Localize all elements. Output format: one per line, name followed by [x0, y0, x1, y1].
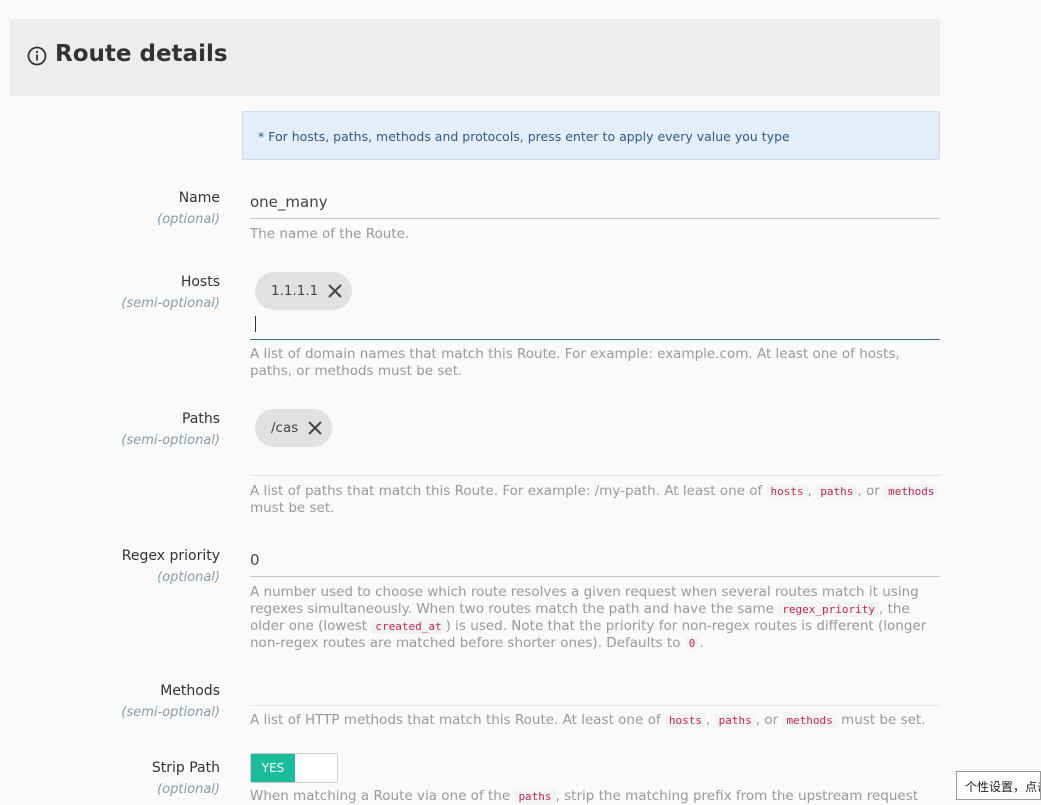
- toggle-yes[interactable]: YES: [251, 754, 295, 782]
- page-title: Route details: [55, 41, 228, 67]
- code-paths: paths: [714, 713, 756, 728]
- code-paths: paths: [816, 484, 858, 499]
- host-chip: 1.1.1.1: [255, 272, 353, 310]
- regex-priority-help: A number used to choose which route reso…: [250, 584, 927, 651]
- path-chip: /cas: [255, 409, 333, 447]
- code-hosts: hosts: [664, 713, 707, 728]
- strip-path-label: Strip Path: [151, 760, 220, 776]
- paths-optional: (semi-optional): [121, 433, 220, 448]
- host-chip-label: 1.1.1.1: [271, 283, 319, 299]
- close-icon[interactable]: [326, 282, 344, 300]
- code-created-at: created_at: [371, 619, 446, 634]
- code-hosts: hosts: [766, 484, 808, 499]
- paths-label: Paths: [181, 411, 220, 427]
- name-optional: (optional): [157, 212, 220, 227]
- info-notice: * For hosts, paths, methods and protocol…: [242, 111, 940, 160]
- strip-path-help: When matching a Route via one of the pat…: [250, 788, 919, 804]
- info-circle-icon: [27, 46, 47, 66]
- strip-path-optional: (optional): [157, 782, 220, 797]
- name-help: The name of the Route.: [250, 226, 410, 242]
- code-methods: methods: [782, 713, 837, 728]
- paths-help: A list of paths that match this Route. F…: [250, 483, 940, 517]
- strip-path-toggle[interactable]: YES: [250, 753, 338, 783]
- name-input-underline: [250, 218, 940, 219]
- route-details-panel: Route details * For hosts, paths, method…: [0, 0, 940, 804]
- hosts-input-cursor[interactable]: [255, 316, 256, 332]
- hosts-help: A list of domain names that match this R…: [250, 346, 900, 379]
- methods-input-underline[interactable]: [250, 705, 940, 706]
- code-paths: paths: [514, 789, 556, 804]
- section-header: Route details: [10, 19, 940, 96]
- close-icon[interactable]: [306, 419, 324, 437]
- hosts-optional: (semi-optional): [121, 296, 220, 311]
- code-regex-priority: regex_priority: [778, 602, 879, 617]
- hosts-input-underline: [250, 339, 940, 340]
- name-label: Name: [178, 190, 220, 206]
- regex-priority-input[interactable]: 0: [250, 551, 260, 569]
- name-input[interactable]: one_many: [250, 193, 328, 211]
- path-chip-label: /cas: [271, 420, 299, 436]
- regex-priority-underline: [250, 576, 940, 577]
- regex-priority-optional: (optional): [157, 570, 220, 585]
- methods-help: A list of HTTP methods that match this R…: [250, 712, 926, 728]
- code-zero: 0: [684, 636, 700, 651]
- regex-priority-label: Regex priority: [121, 548, 220, 564]
- methods-label: Methods: [160, 683, 220, 699]
- methods-optional: (semi-optional): [121, 705, 220, 720]
- tooltip-popup[interactable]: 个性设置，点击: [956, 771, 1041, 800]
- hosts-label: Hosts: [180, 274, 220, 290]
- code-methods: methods: [884, 484, 939, 499]
- paths-input-underline: [250, 475, 940, 476]
